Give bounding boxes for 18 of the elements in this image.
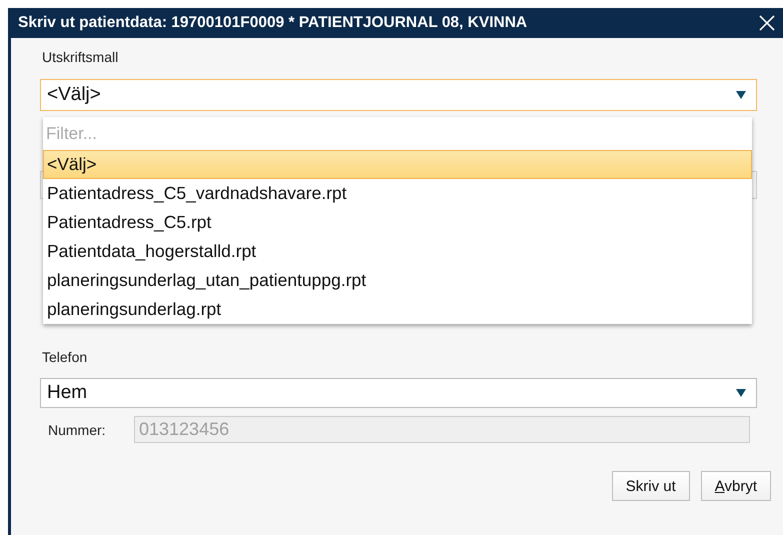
dropdown-option[interactable]: <Välj> <box>43 150 752 179</box>
dropdown-select[interactable]: <Välj> <box>40 79 757 111</box>
window-title: Skriv ut patientdata: 19700101F0009 * PATIENTJOURNAL 08, KVINNA <box>18 14 528 32</box>
dropdown-option[interactable]: Patientadress_C5_vardnadshavare.rpt <box>43 179 752 208</box>
close-icon[interactable] <box>759 15 775 31</box>
dropdown-option[interactable]: planeringsunderlag_utan_patientuppg.rpt <box>43 266 752 295</box>
caret-icon <box>736 91 746 99</box>
dropdown-option[interactable]: planeringsunderlag.rpt <box>43 295 752 324</box>
caret-icon <box>736 389 746 397</box>
field-label: Telefon <box>41 348 88 367</box>
dialog-button[interactable]: Skriv ut <box>612 471 690 501</box>
dropdown-option[interactable]: Patientdata_hogerstalld.rpt <box>43 237 752 266</box>
dialog-button[interactable]: Avbryt <box>700 471 771 501</box>
filter-field[interactable]: Filter... <box>46 124 749 144</box>
dropdown-select[interactable]: Hem <box>40 378 757 408</box>
field-label: Utskriftsmall <box>41 48 120 67</box>
field-label: Nummer: <box>47 422 107 438</box>
dropdown-option[interactable]: Patientadress_C5.rpt <box>43 208 752 237</box>
